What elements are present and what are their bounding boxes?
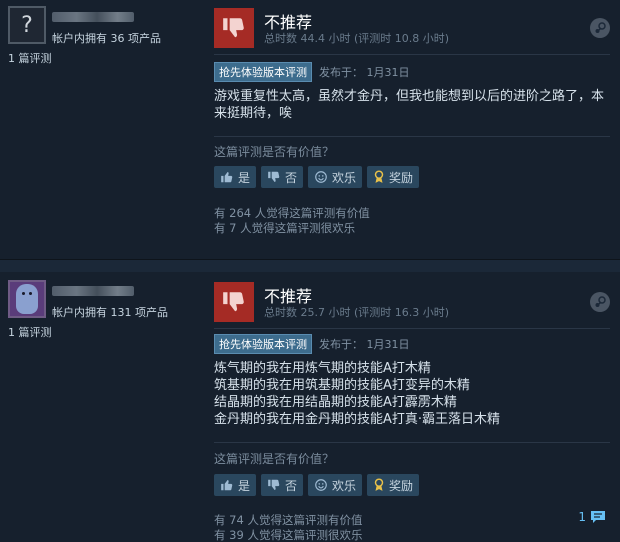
body-divider [214, 136, 610, 137]
review-body: 游戏重复性太高，虽然才金丹，但我也能想到以后的进阶之路了，本 来挺期待，唉 [214, 88, 610, 122]
vote-no-label: 否 [285, 170, 298, 185]
review-line: 来挺期待，唉 [214, 106, 293, 121]
review-line: 炼气期的我在用炼气期的技能A打木精 [214, 361, 431, 376]
playtime-hours: 总时数 44.4 小时 (评测时 10.8 小时) [264, 32, 450, 45]
vote-yes-button[interactable]: 是 [214, 474, 257, 496]
thumbs-down-icon [214, 282, 254, 322]
vote-funny-label: 欢乐 [332, 478, 357, 493]
posted-date: 发布于： 1月31日 [319, 66, 410, 79]
helpful-count: 有 264 人觉得这篇评测有价值 [214, 206, 370, 220]
products-owned[interactable]: 帐户内拥有 131 项产品 [52, 304, 168, 320]
products-owned[interactable]: 帐户内拥有 36 项产品 [52, 30, 161, 46]
review-line: 筑基期的我在用筑基期的技能A打变异的木精 [214, 378, 470, 393]
review-line: 游戏重复性太高，虽然才金丹，但我也能想到以后的进阶之路了，本 [214, 89, 605, 104]
helpful-question: 这篇评测是否有价值？ [214, 145, 335, 159]
vote-buttons: 是 否 欢乐 奖励 [214, 474, 420, 496]
steam-icon [590, 292, 610, 312]
comment-count-button[interactable]: 1 [578, 510, 606, 524]
avatar[interactable]: ? [8, 6, 46, 44]
award-button[interactable]: 奖励 [367, 474, 420, 496]
review-card-2: 帐户内拥有 131 项产品 1 篇评测 不推荐 总时数 25.7 小时 (评测时… [0, 272, 620, 542]
vote-buttons: 是 否 欢乐 奖励 [214, 166, 420, 188]
thumbs-down-icon [268, 171, 280, 182]
avatar[interactable] [8, 280, 46, 318]
comment-icon [591, 511, 605, 523]
funny-count: 有 7 人觉得这篇评测很欢乐 [214, 221, 356, 235]
funny-count: 有 39 人觉得这篇评测很欢乐 [214, 528, 363, 542]
vote-yes-label: 是 [238, 170, 251, 185]
review-gap [0, 260, 620, 272]
vote-no-label: 否 [285, 478, 298, 493]
award-icon [374, 478, 384, 491]
avatar-image [16, 284, 38, 314]
award-label: 奖励 [389, 170, 414, 185]
header-divider [214, 328, 610, 329]
steam-icon [590, 18, 610, 38]
vote-no-button[interactable]: 否 [261, 166, 304, 188]
early-access-badge: 抢先体验版本评测 [214, 62, 312, 82]
helpful-question: 这篇评测是否有价值？ [214, 452, 335, 466]
body-divider [214, 442, 610, 443]
helpful-count: 有 74 人觉得这篇评测有价值 [214, 513, 363, 527]
vote-funny-button[interactable]: 欢乐 [308, 474, 363, 496]
header-divider [214, 54, 610, 55]
author-name-blurred[interactable] [52, 286, 134, 296]
vote-funny-label: 欢乐 [332, 170, 357, 185]
review-line: 金丹期的我在用金丹期的技能A打真·霸王落日木精 [214, 412, 501, 427]
author-name-blurred[interactable] [52, 12, 134, 22]
vote-yes-label: 是 [238, 478, 251, 493]
review-count[interactable]: 1 篇评测 [8, 50, 52, 66]
smiley-icon [315, 479, 327, 491]
early-access-badge: 抢先体验版本评测 [214, 334, 312, 354]
review-line: 结晶期的我在用结晶期的技能A打霹雳木精 [214, 395, 457, 410]
award-icon [374, 170, 384, 183]
vote-no-button[interactable]: 否 [261, 474, 304, 496]
playtime-hours: 总时数 25.7 小时 (评测时 16.3 小时) [264, 306, 450, 319]
thumbs-down-icon [214, 8, 254, 48]
review-count[interactable]: 1 篇评测 [8, 324, 52, 340]
review-card-1: ? 帐户内拥有 36 项产品 1 篇评测 不推荐 总时数 44.4 小时 (评测… [0, 0, 620, 260]
smiley-icon [315, 171, 327, 183]
thumbs-up-icon [221, 172, 233, 183]
review-body: 炼气期的我在用炼气期的技能A打木精 筑基期的我在用筑基期的技能A打变异的木精 结… [214, 360, 610, 428]
comment-count: 1 [578, 510, 586, 524]
vote-yes-button[interactable]: 是 [214, 166, 257, 188]
thumbs-up-icon [221, 480, 233, 491]
award-button[interactable]: 奖励 [367, 166, 420, 188]
thumbs-down-icon [268, 479, 280, 490]
award-label: 奖励 [389, 478, 414, 493]
posted-date: 发布于： 1月31日 [319, 338, 410, 351]
vote-funny-button[interactable]: 欢乐 [308, 166, 363, 188]
